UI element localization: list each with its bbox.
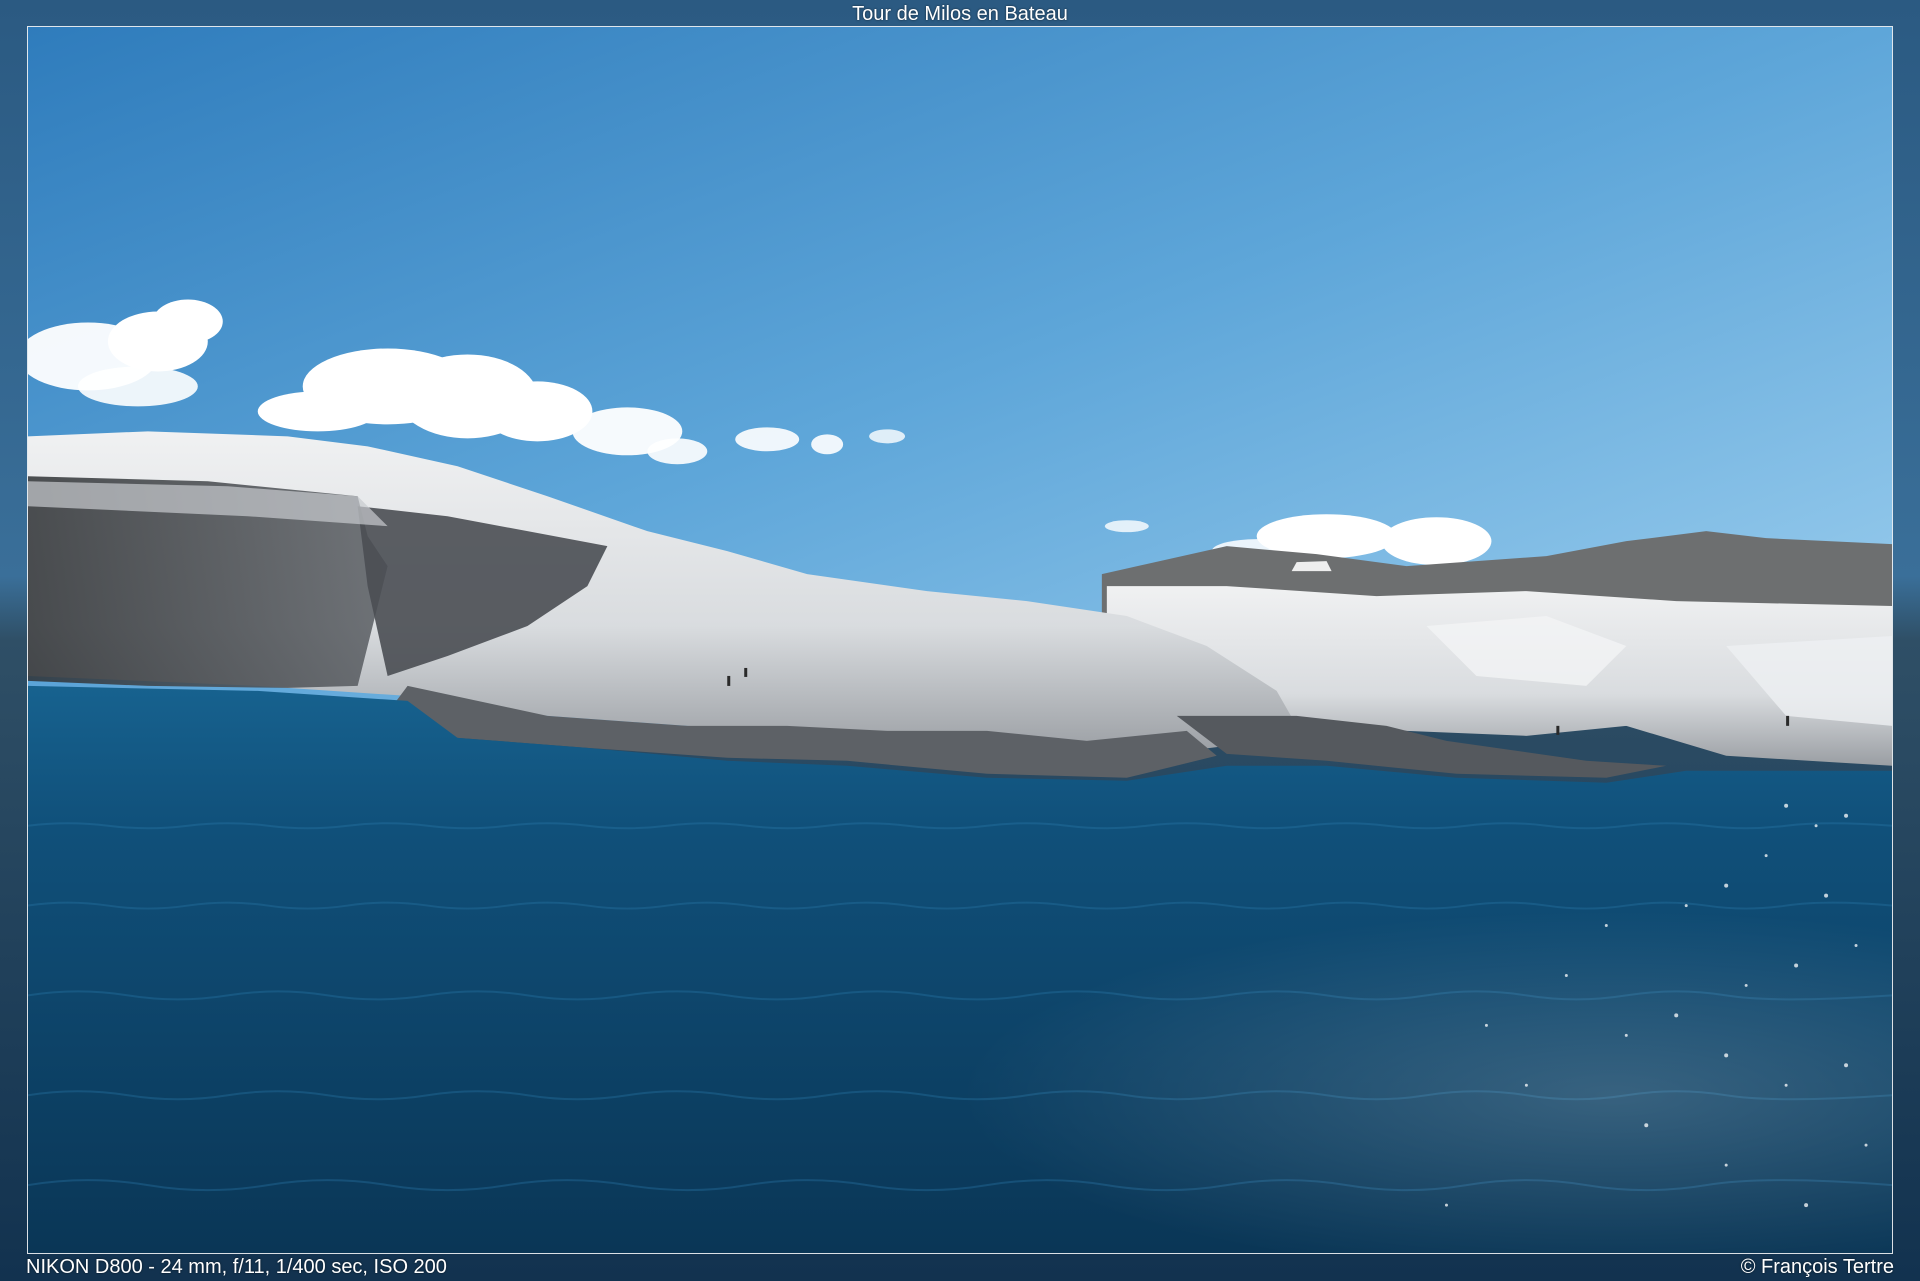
photo-image (28, 27, 1892, 1253)
photo[interactable] (27, 26, 1893, 1254)
credit-caption: © François Tertre (1740, 1256, 1894, 1278)
photo-viewer: Tour de Milos en Bateau NIKON D800 - 24 … (0, 0, 1920, 1281)
page-title: Tour de Milos en Bateau (852, 3, 1068, 25)
exif-caption: NIKON D800 - 24 mm, f/11, 1/400 sec, ISO… (26, 1256, 447, 1278)
